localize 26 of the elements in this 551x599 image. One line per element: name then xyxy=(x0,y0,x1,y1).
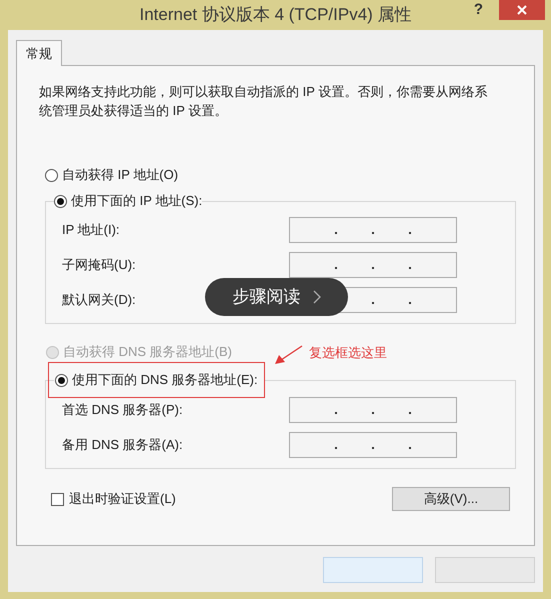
radio-option[interactable]: 使用下面的 IP 地址(S): xyxy=(54,190,202,212)
step-reading-toast[interactable]: 步骤阅读 xyxy=(205,278,348,316)
dialog-button[interactable] xyxy=(435,557,535,583)
field-label: 首选 DNS 服务器(P): xyxy=(62,400,183,419)
radio-option[interactable]: 使用下面的 DNS 服务器地址(E): xyxy=(55,369,258,391)
field-label: IP 地址(I): xyxy=(62,220,120,239)
ip-address-field[interactable] xyxy=(289,396,457,422)
tab[interactable]: 常规 xyxy=(16,40,62,66)
description-text: 如果网络支持此功能，则可以获取自动指派的 IP 设置。否则，你需要从网络系统管理员处获得适当的 IP 设置。 xyxy=(38,83,488,120)
field-label: 默认网关(D): xyxy=(62,290,136,309)
ip-address-field[interactable] xyxy=(289,252,457,278)
window-title: Internet 协议版本 4 (TCP/IPv4) 属性 xyxy=(139,4,412,26)
field-label: 备用 DNS 服务器(A): xyxy=(62,436,183,454)
dialog-button[interactable] xyxy=(323,557,423,583)
radio-option[interactable]: 自动获得 IP 地址(O) xyxy=(45,164,178,186)
chevron-right-icon xyxy=(312,290,320,304)
close-icon xyxy=(517,5,527,15)
advanced-button[interactable]: 高级(V)... xyxy=(392,487,510,511)
annotation-text: 复选框选这里 xyxy=(309,344,387,362)
help-button[interactable]: ? xyxy=(474,2,483,17)
ip-address-field[interactable] xyxy=(289,432,457,458)
checkbox-option[interactable]: 退出时验证设置(L) xyxy=(51,489,176,509)
ip-address-field[interactable] xyxy=(289,216,457,242)
close-button[interactable] xyxy=(499,0,545,20)
arrow-icon xyxy=(273,345,303,365)
field-label: 子网掩码(U): xyxy=(62,256,136,274)
